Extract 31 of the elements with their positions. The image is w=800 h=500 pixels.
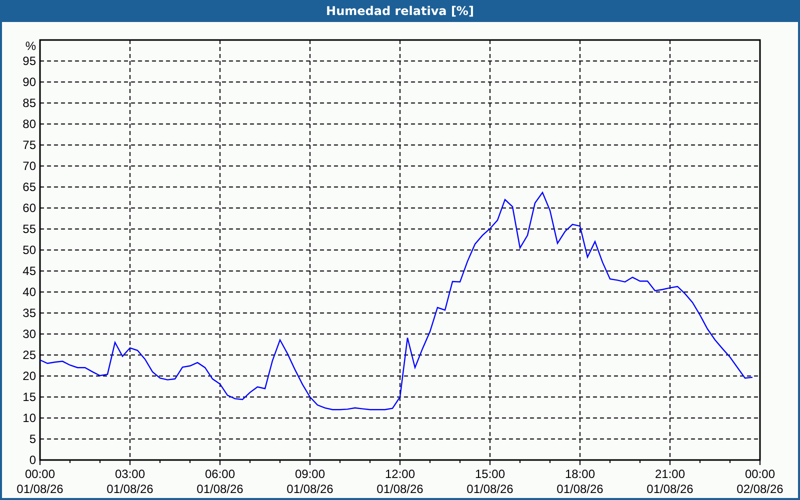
axis-label: 09:00 01/08/26	[286, 467, 334, 496]
axis-label: 20	[22, 369, 36, 383]
axis-label: 00:00 01/08/26	[16, 467, 64, 496]
axis-label: 70	[22, 159, 36, 173]
axis-label: 00:00 02/08/26	[736, 467, 784, 496]
axis-label: 40	[22, 285, 36, 299]
axis-label: 60	[22, 201, 36, 215]
axis-label: 21:00 01/08/26	[646, 467, 694, 496]
axis-label: 35	[22, 306, 36, 320]
axis-label: 75	[22, 138, 36, 152]
axis-label: 90	[22, 75, 36, 89]
axis-label: 12:00 01/08/26	[376, 467, 424, 496]
axis-label: 45	[22, 264, 36, 278]
axis-label: 5	[29, 432, 36, 446]
axis-label: 85	[22, 96, 36, 110]
axis-label: 10	[22, 411, 36, 425]
axis-label: 95	[22, 54, 36, 68]
axis-label: 65	[22, 180, 36, 194]
axis-label: 55	[22, 222, 36, 236]
axis-label: 0	[29, 453, 36, 467]
axis-label: 06:00 01/08/26	[196, 467, 244, 496]
axis-label: 03:00 01/08/26	[106, 467, 154, 496]
axis-title: %	[25, 39, 36, 53]
axis-label: 15:00 01/08/26	[466, 467, 514, 496]
window-title: Humedad relativa [%]	[326, 4, 474, 18]
axis-label: 25	[22, 348, 36, 362]
axis-label: 30	[22, 327, 36, 341]
axis-label: 80	[22, 117, 36, 131]
axis-label: 18:00 01/08/26	[556, 467, 604, 496]
axis-label: 50	[22, 243, 36, 257]
axis-label: 15	[22, 390, 36, 404]
